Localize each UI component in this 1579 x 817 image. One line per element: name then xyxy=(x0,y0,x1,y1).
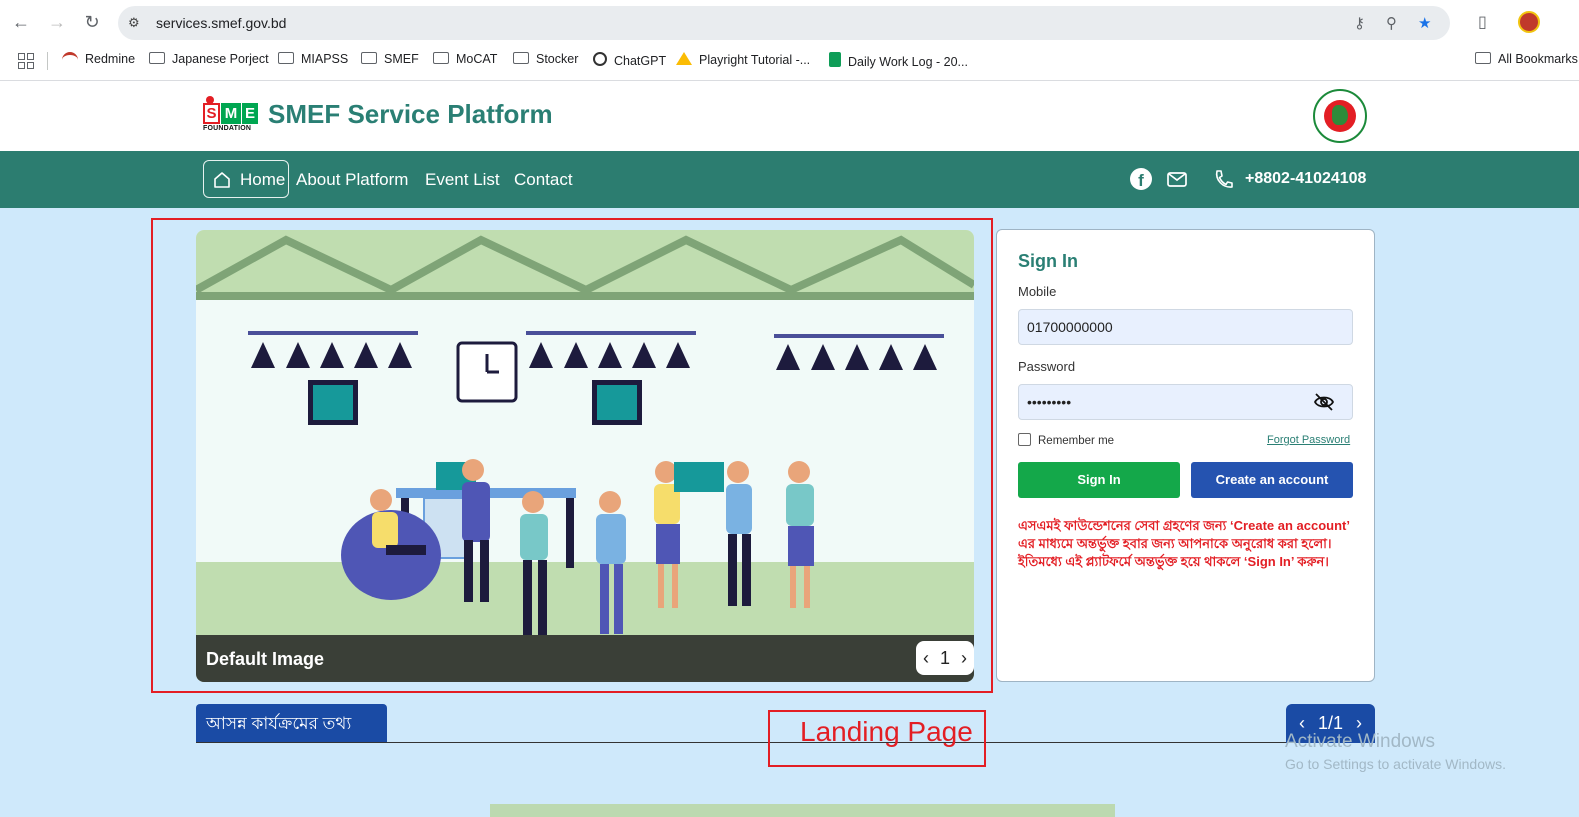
forward-icon[interactable]: → xyxy=(45,10,69,34)
chevron-left-icon[interactable]: ‹ xyxy=(923,641,929,675)
bookmark-label: Redmine xyxy=(85,52,136,66)
bookmark-daily-log[interactable]: Daily Work Log - 20... xyxy=(829,52,968,69)
carousel-page-number: 1 xyxy=(939,648,950,668)
folder-icon xyxy=(149,52,165,64)
chevron-right-icon[interactable]: › xyxy=(961,641,967,675)
sign-in-card: Sign In Mobile Password Remember me Forg… xyxy=(996,229,1375,682)
events-page-indicator: 1/1 xyxy=(1317,713,1344,733)
bookmark-mocat[interactable]: MoCAT xyxy=(433,52,497,66)
carousel-pager: ‹ 1 › xyxy=(916,641,974,675)
folder-icon xyxy=(513,52,529,64)
nav-event-list[interactable]: Event List xyxy=(425,170,500,190)
annotation-label: Landing Page xyxy=(800,716,973,747)
mail-icon[interactable] xyxy=(1166,168,1188,190)
bookmark-chatgpt[interactable]: ChatGPT xyxy=(593,52,666,68)
remember-me-label: Remember me xyxy=(1038,435,1115,447)
nav-home[interactable]: Home xyxy=(203,160,289,198)
nav-about[interactable]: About Platform xyxy=(296,170,408,190)
home-icon xyxy=(214,172,230,188)
redmine-icon xyxy=(62,52,78,64)
bookmark-label: ChatGPT xyxy=(614,54,667,68)
nav-contact[interactable]: Contact xyxy=(514,170,573,190)
sign-in-button[interactable]: Sign In xyxy=(1018,462,1180,498)
remember-me[interactable]: Remember me xyxy=(1018,433,1114,447)
mobile-label: Mobile xyxy=(1018,284,1057,299)
bookmark-japanese-project[interactable]: Japanese Porject xyxy=(149,52,269,66)
main-navigation: Home About Platform Event List Contact f… xyxy=(0,151,1579,208)
carousel-caption: Default Image xyxy=(206,649,325,669)
bookmark-playright[interactable]: Playright Tutorial -... xyxy=(676,52,810,67)
hero-carousel[interactable]: Default Image ‹ 1 › xyxy=(196,230,974,682)
password-key-icon[interactable]: ⚷ xyxy=(1354,14,1365,32)
bookmark-label: MIAPSS xyxy=(301,52,349,66)
bookmark-label: MoCAT xyxy=(456,52,498,66)
smef-logo[interactable]: SME FOUNDATION xyxy=(203,96,259,134)
hide-password-icon[interactable] xyxy=(1313,391,1335,413)
create-account-button[interactable]: Create an account xyxy=(1191,462,1353,498)
upcoming-events-tab[interactable]: আসন্ন কার্যক্রমের তথ্য xyxy=(196,704,387,743)
zoom-icon[interactable]: ⚲ xyxy=(1386,14,1397,32)
bookmark-label: Japanese Porject xyxy=(172,52,269,66)
logo-subtitle: FOUNDATION xyxy=(203,125,252,132)
bookmark-label: All Bookmarks xyxy=(1498,52,1578,66)
facebook-icon[interactable]: f xyxy=(1130,168,1152,190)
forgot-password-link[interactable]: Forgot Password xyxy=(1267,434,1350,446)
bookmark-miapss[interactable]: MIAPSS xyxy=(278,52,348,66)
password-label: Password xyxy=(1018,359,1076,374)
phone-number[interactable]: +8802-41024108 xyxy=(1245,170,1366,188)
government-seal-logo xyxy=(1313,89,1367,143)
folder-icon xyxy=(278,52,294,64)
bookmark-smef[interactable]: SMEF xyxy=(361,52,419,66)
bookmarks-divider xyxy=(47,52,48,70)
url-text[interactable]: services.smef.gov.bd xyxy=(156,15,286,31)
folder-icon xyxy=(361,52,377,64)
sign-in-title: Sign In xyxy=(1018,251,1078,271)
next-section-preview xyxy=(490,804,1115,817)
office-illustration xyxy=(196,230,974,682)
bookmark-label: Stocker xyxy=(536,52,579,66)
drive-icon xyxy=(676,52,692,65)
windows-watermark-title: Activate Windows xyxy=(1285,731,1435,752)
site-title[interactable]: SMEF Service Platform xyxy=(268,99,553,130)
extensions-icon[interactable]: ▯ xyxy=(1478,12,1487,32)
sign-in-notice: এসএমই ফাউন্ডেশনের সেবা গ্রহণের জন্য ‘Cre… xyxy=(1018,518,1350,569)
apps-grid-icon[interactable] xyxy=(18,53,34,69)
mobile-input[interactable] xyxy=(1018,309,1353,345)
address-bar[interactable]: ⚙ services.smef.gov.bd ⚷ ⚲ ★ xyxy=(118,6,1450,40)
bookmark-label: Playright Tutorial -... xyxy=(699,53,811,67)
browser-toolbar: ← → ↻ ⚙ services.smef.gov.bd ⚷ ⚲ ★ ▯ xyxy=(0,0,1579,44)
folder-icon xyxy=(433,52,449,64)
site-header: SME FOUNDATION SMEF Service Platform xyxy=(0,81,1579,151)
bookmark-redmine[interactable]: Redmine xyxy=(62,52,135,66)
windows-watermark-subtitle: Go to Settings to activate Windows. xyxy=(1285,756,1506,772)
chevron-right-icon[interactable]: › xyxy=(1356,713,1362,733)
nav-home-label: Home xyxy=(240,170,286,189)
site-settings-icon[interactable]: ⚙ xyxy=(128,15,144,31)
sheets-icon xyxy=(829,52,841,67)
phone-icon xyxy=(1215,170,1233,188)
chatgpt-icon xyxy=(593,52,607,66)
avatar[interactable] xyxy=(1518,11,1540,33)
reload-icon[interactable]: ↻ xyxy=(80,10,104,34)
remember-me-checkbox[interactable] xyxy=(1018,433,1031,446)
bookmark-stocker[interactable]: Stocker xyxy=(513,52,578,66)
back-icon[interactable]: ← xyxy=(9,10,33,34)
bookmark-label: Daily Work Log - 20... xyxy=(848,55,968,69)
chevron-left-icon[interactable]: ‹ xyxy=(1299,713,1305,733)
carousel-caption-bar: Default Image ‹ 1 › xyxy=(196,635,974,682)
password-input[interactable] xyxy=(1018,384,1353,420)
bookmark-label: SMEF xyxy=(384,52,419,66)
bookmark-all[interactable]: All Bookmarks xyxy=(1475,52,1578,66)
bookmark-star-icon[interactable]: ★ xyxy=(1418,14,1431,32)
folder-icon xyxy=(1475,52,1491,64)
